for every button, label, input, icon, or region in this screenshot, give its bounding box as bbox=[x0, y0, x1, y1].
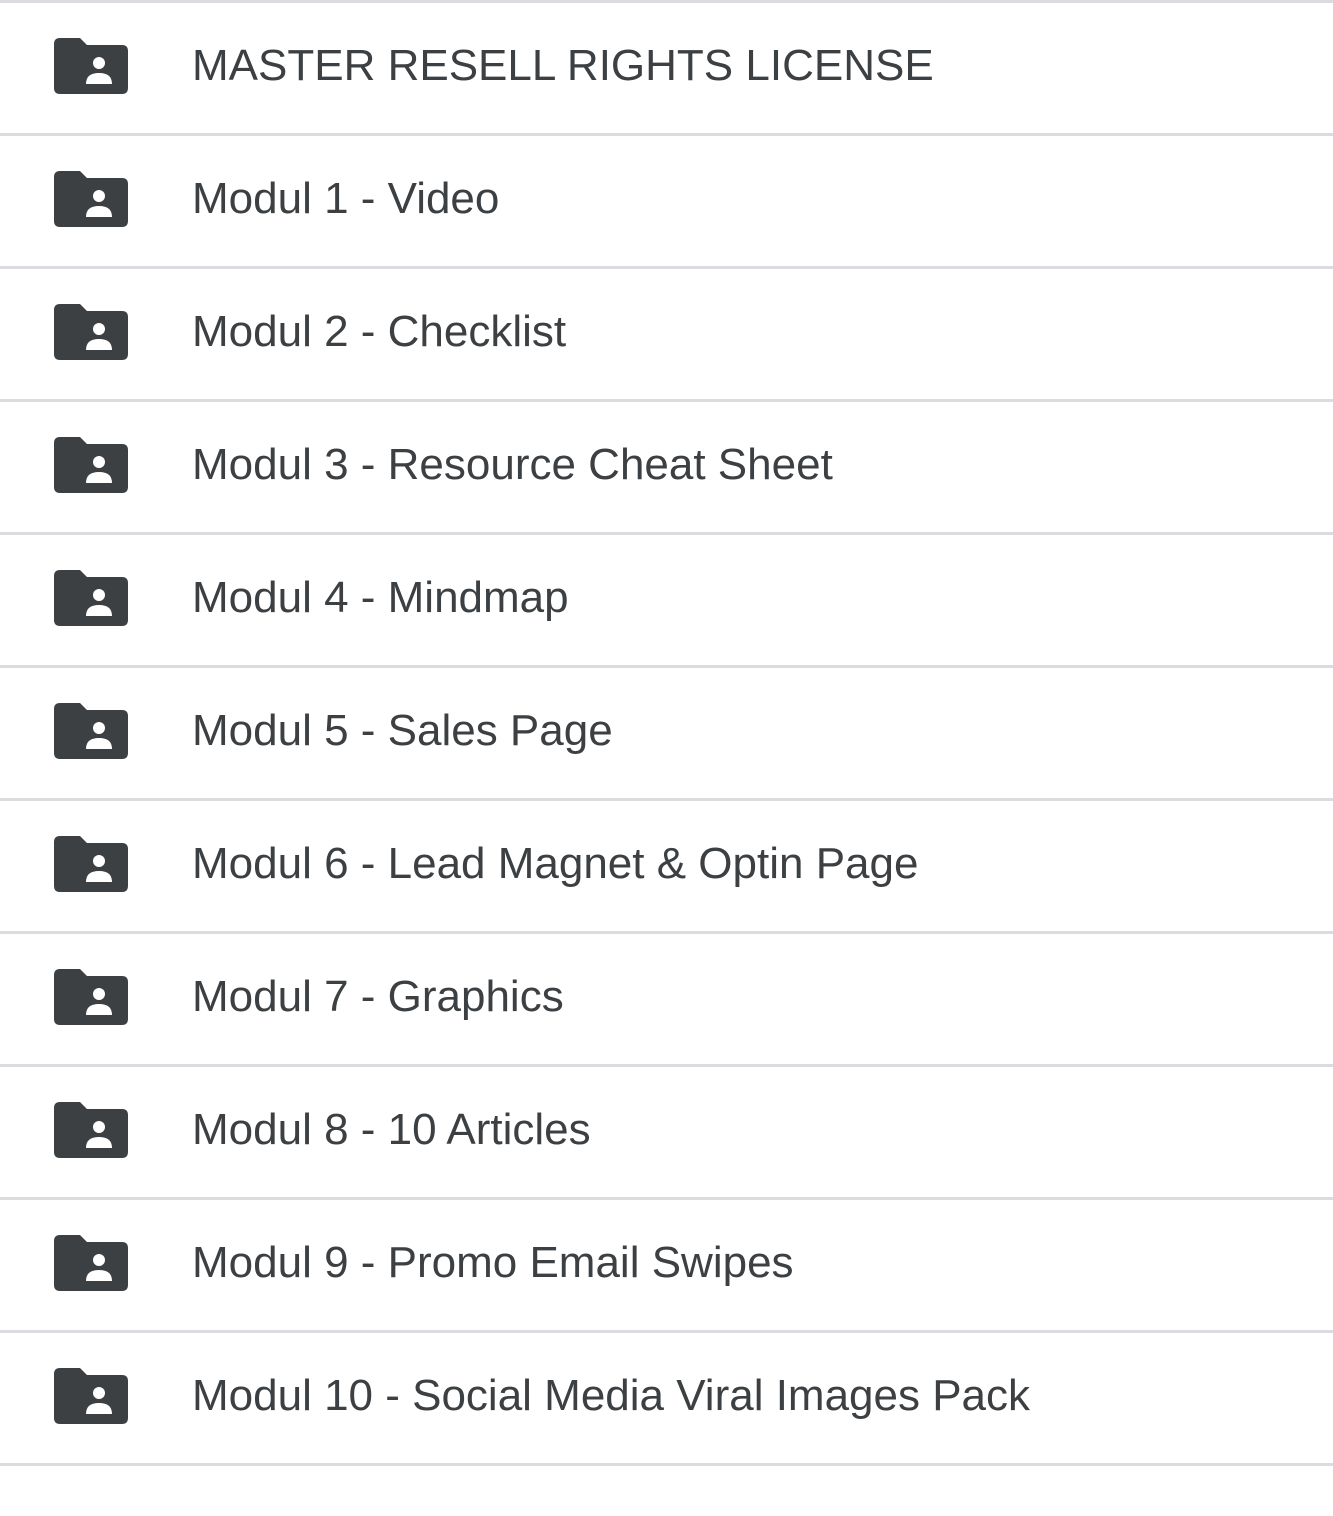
folder-row[interactable]: Modul 1 - Video bbox=[0, 136, 1333, 269]
shared-folder-icon bbox=[54, 703, 128, 759]
folder-name: Modul 8 - 10 Articles bbox=[192, 1105, 591, 1154]
shared-folder-icon bbox=[54, 836, 128, 892]
folder-row[interactable]: Modul 7 - Graphics bbox=[0, 934, 1333, 1067]
folder-row[interactable]: Modul 10 - Social Media Viral Images Pac… bbox=[0, 1333, 1333, 1466]
folder-name: Modul 5 - Sales Page bbox=[192, 706, 613, 755]
shared-folder-icon bbox=[54, 1235, 128, 1291]
folder-name: Modul 10 - Social Media Viral Images Pac… bbox=[192, 1371, 1031, 1420]
folder-name: MASTER RESELL RIGHTS LICENSE bbox=[192, 41, 934, 90]
folder-row[interactable]: Modul 4 - Mindmap bbox=[0, 535, 1333, 668]
shared-folder-icon bbox=[54, 969, 128, 1025]
folder-row[interactable]: Modul 2 - Checklist bbox=[0, 269, 1333, 402]
shared-folder-icon bbox=[54, 437, 128, 493]
folder-row[interactable]: MASTER RESELL RIGHTS LICENSE bbox=[0, 3, 1333, 136]
shared-folder-icon bbox=[54, 304, 128, 360]
shared-folder-icon bbox=[54, 38, 128, 94]
folder-row[interactable]: Modul 6 - Lead Magnet & Optin Page bbox=[0, 801, 1333, 934]
folder-list: MASTER RESELL RIGHTS LICENSE Modul 1 - V… bbox=[0, 0, 1333, 1466]
shared-folder-icon bbox=[54, 171, 128, 227]
folder-name: Modul 7 - Graphics bbox=[192, 972, 564, 1021]
folder-name: Modul 6 - Lead Magnet & Optin Page bbox=[192, 839, 919, 888]
folder-name: Modul 3 - Resource Cheat Sheet bbox=[192, 440, 833, 489]
shared-folder-icon bbox=[54, 570, 128, 626]
shared-folder-icon bbox=[54, 1368, 128, 1424]
folder-row[interactable]: Modul 8 - 10 Articles bbox=[0, 1067, 1333, 1200]
folder-name: Modul 2 - Checklist bbox=[192, 307, 567, 356]
folder-row[interactable]: Modul 9 - Promo Email Swipes bbox=[0, 1200, 1333, 1333]
folder-name: Modul 4 - Mindmap bbox=[192, 573, 569, 622]
folder-row[interactable]: Modul 3 - Resource Cheat Sheet bbox=[0, 402, 1333, 535]
shared-folder-icon bbox=[54, 1102, 128, 1158]
folder-name: Modul 9 - Promo Email Swipes bbox=[192, 1238, 794, 1287]
folder-name: Modul 1 - Video bbox=[192, 174, 500, 223]
folder-row[interactable]: Modul 5 - Sales Page bbox=[0, 668, 1333, 801]
